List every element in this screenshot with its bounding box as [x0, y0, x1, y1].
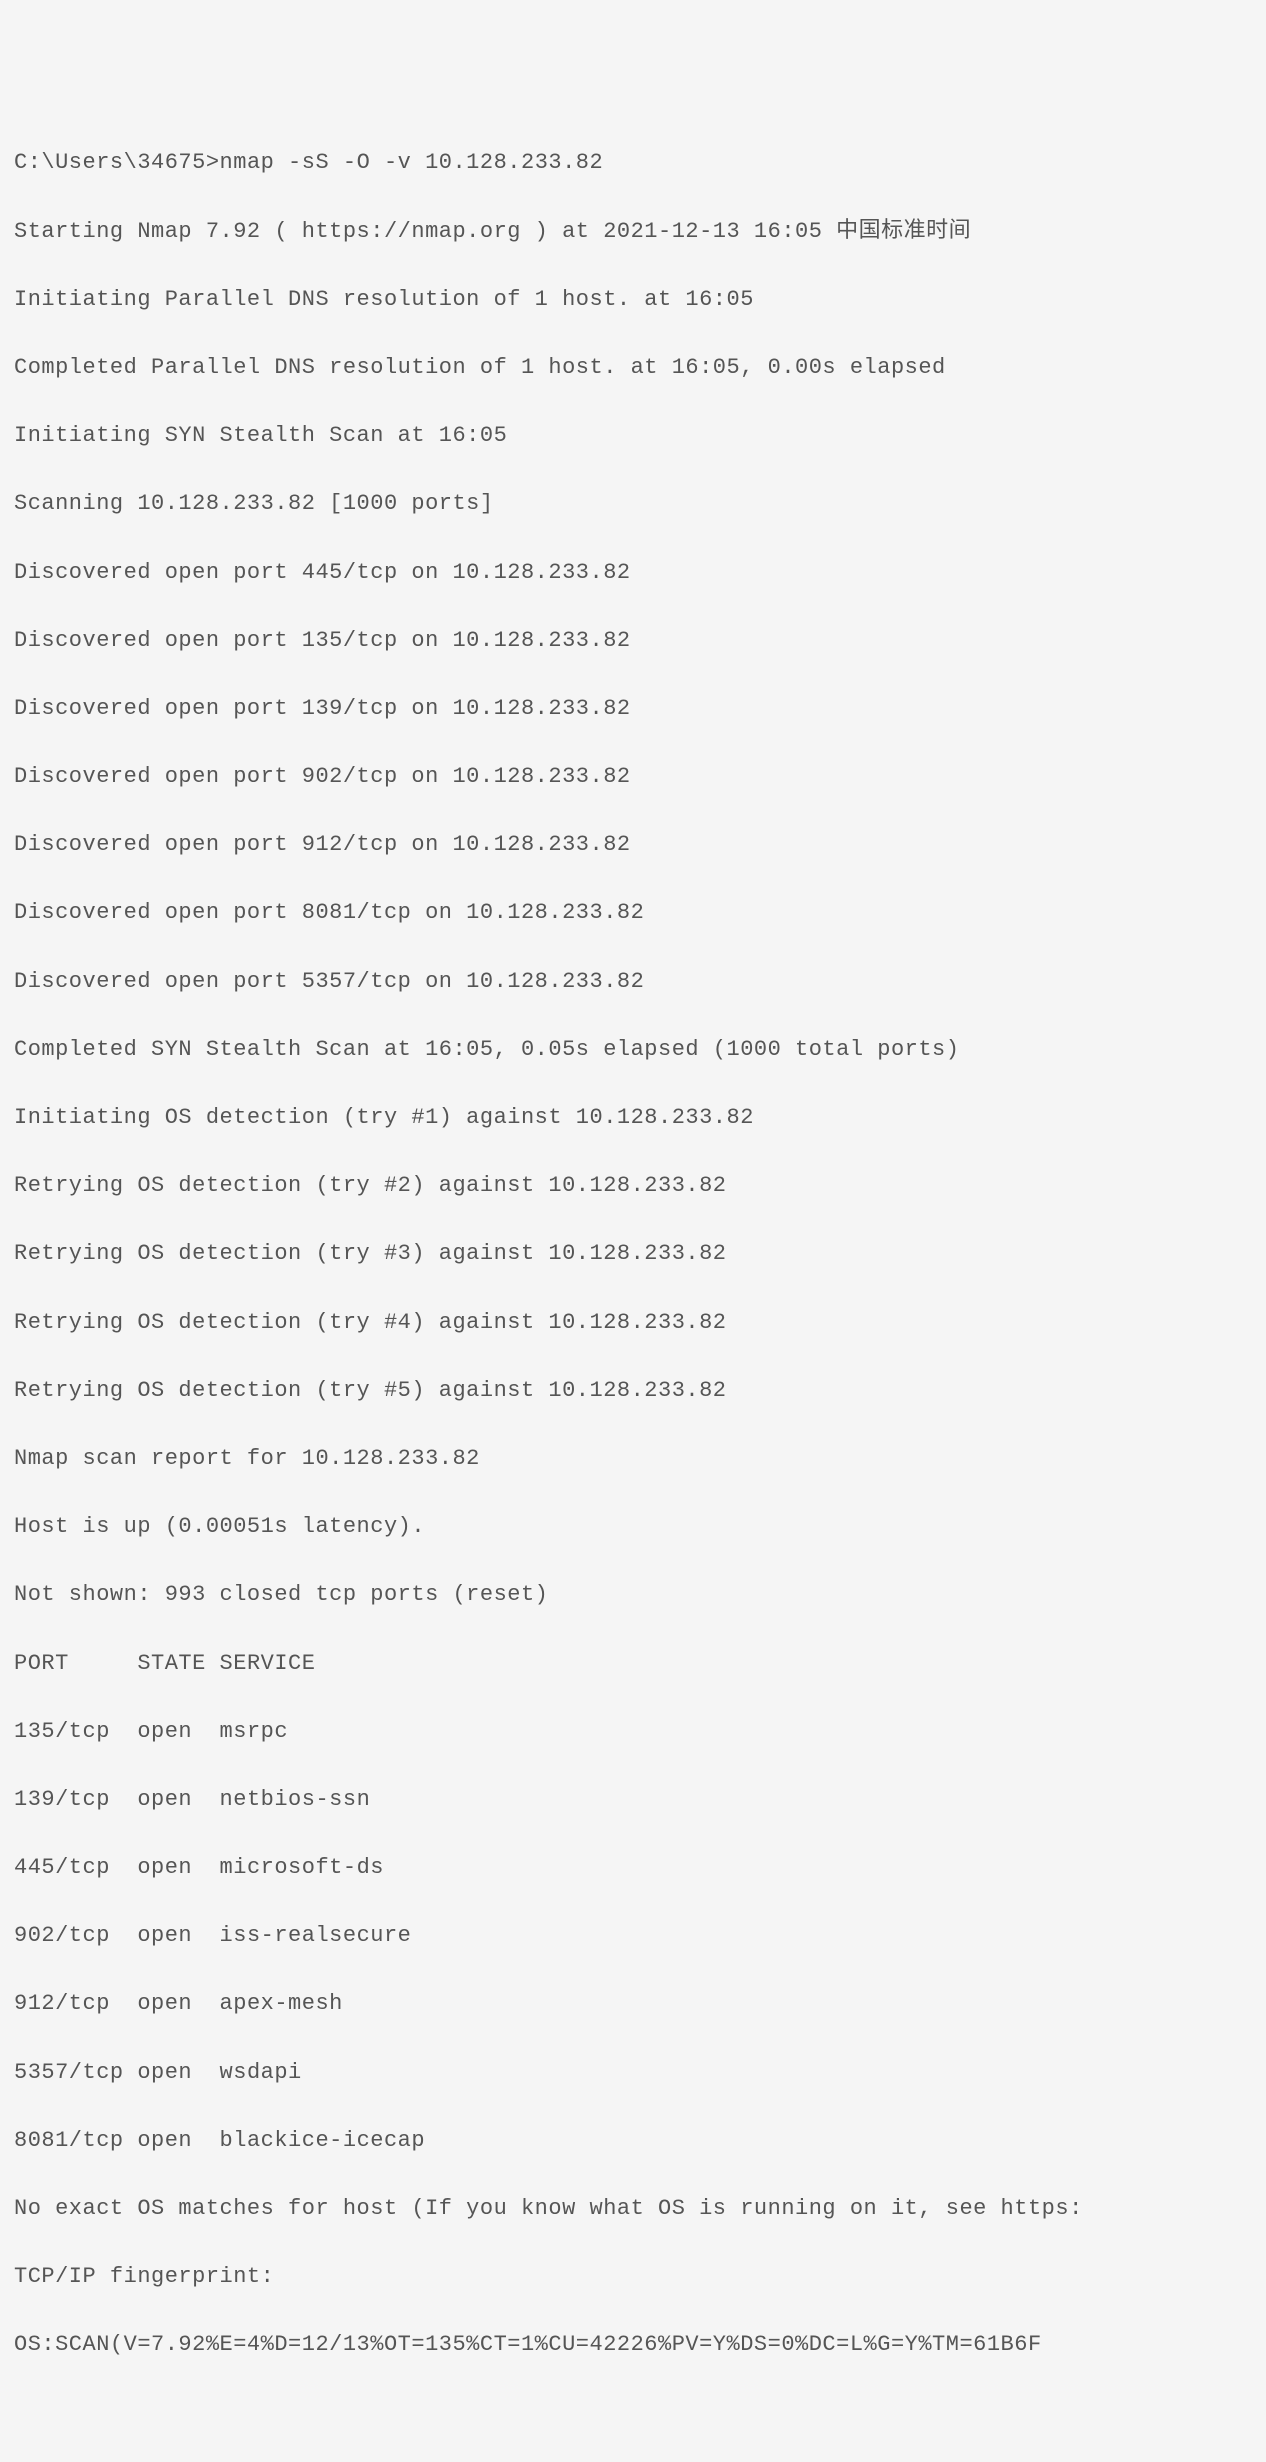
- port-table-row: 5357/tcp open wsdapi: [14, 2056, 1252, 2090]
- output-line: Retrying OS detection (try #4) against 1…: [14, 1306, 1252, 1340]
- output-line: Completed SYN Stealth Scan at 16:05, 0.0…: [14, 1033, 1252, 1067]
- cell-service: wsdapi: [220, 2060, 302, 2085]
- cell-port: 445/tcp: [14, 1855, 137, 1880]
- output-line: Discovered open port 135/tcp on 10.128.2…: [14, 624, 1252, 658]
- prompt: C:\Users\34675>: [14, 150, 220, 175]
- port-table-row: 902/tcp open iss-realsecure: [14, 1919, 1252, 1953]
- output-line: Retrying OS detection (try #3) against 1…: [14, 1237, 1252, 1271]
- output-line: Scanning 10.128.233.82 [1000 ports]: [14, 487, 1252, 521]
- cell-service: apex-mesh: [220, 1991, 343, 2016]
- cell-service: netbios-ssn: [220, 1787, 371, 1812]
- output-line: Initiating SYN Stealth Scan at 16:05: [14, 419, 1252, 453]
- cell-state: open: [137, 1991, 219, 2016]
- port-table-row: 135/tcp open msrpc: [14, 1715, 1252, 1749]
- cell-port: 8081/tcp: [14, 2128, 137, 2153]
- output-line: Discovered open port 139/tcp on 10.128.2…: [14, 692, 1252, 726]
- output-line: Discovered open port 912/tcp on 10.128.2…: [14, 828, 1252, 862]
- cell-state: open: [137, 2060, 219, 2085]
- cell-service: blackice-icecap: [220, 2128, 426, 2153]
- output-line: Discovered open port 5357/tcp on 10.128.…: [14, 965, 1252, 999]
- port-table-row: 139/tcp open netbios-ssn: [14, 1783, 1252, 1817]
- port-table-row: 912/tcp open apex-mesh: [14, 1987, 1252, 2021]
- output-line: No exact OS matches for host (If you kno…: [14, 2192, 1252, 2226]
- command-line: C:\Users\34675>nmap -sS -O -v 10.128.233…: [14, 146, 1252, 180]
- col-service: SERVICE: [220, 1651, 316, 1676]
- col-port: PORT: [14, 1651, 137, 1676]
- output-line: Discovered open port 8081/tcp on 10.128.…: [14, 896, 1252, 930]
- output-line: Retrying OS detection (try #2) against 1…: [14, 1169, 1252, 1203]
- port-table-row: 8081/tcp open blackice-icecap: [14, 2124, 1252, 2158]
- command: nmap -sS -O -v 10.128.233.82: [220, 150, 604, 175]
- cell-port: 135/tcp: [14, 1719, 137, 1744]
- output-line: Discovered open port 902/tcp on 10.128.2…: [14, 760, 1252, 794]
- output-line: Starting Nmap 7.92 ( https://nmap.org ) …: [14, 215, 1252, 249]
- cell-state: open: [137, 1787, 219, 1812]
- cell-service: msrpc: [220, 1719, 289, 1744]
- cell-port: 5357/tcp: [14, 2060, 137, 2085]
- cell-service: microsoft-ds: [220, 1855, 384, 1880]
- output-line: OS:SCAN(V=7.92%E=4%D=12/13%OT=135%CT=1%C…: [14, 2328, 1252, 2362]
- cell-port: 139/tcp: [14, 1787, 137, 1812]
- cell-state: open: [137, 1855, 219, 1880]
- output-line: Initiating OS detection (try #1) against…: [14, 1101, 1252, 1135]
- cell-state: open: [137, 1719, 219, 1744]
- output-line: Discovered open port 445/tcp on 10.128.2…: [14, 556, 1252, 590]
- cell-state: open: [137, 1923, 219, 1948]
- cell-service: iss-realsecure: [220, 1923, 412, 1948]
- cell-state: open: [137, 2128, 219, 2153]
- output-line: Host is up (0.00051s latency).: [14, 1510, 1252, 1544]
- cell-port: 912/tcp: [14, 1991, 137, 2016]
- output-line: TCP/IP fingerprint:: [14, 2260, 1252, 2294]
- output-line: Completed Parallel DNS resolution of 1 h…: [14, 351, 1252, 385]
- port-table-header: PORT STATE SERVICE: [14, 1647, 1252, 1681]
- output-line: Initiating Parallel DNS resolution of 1 …: [14, 283, 1252, 317]
- output-line: Retrying OS detection (try #5) against 1…: [14, 1374, 1252, 1408]
- cell-port: 902/tcp: [14, 1923, 137, 1948]
- output-line: Nmap scan report for 10.128.233.82: [14, 1442, 1252, 1476]
- port-table-row: 445/tcp open microsoft-ds: [14, 1851, 1252, 1885]
- col-state: STATE: [137, 1651, 219, 1676]
- output-line: Not shown: 993 closed tcp ports (reset): [14, 1578, 1252, 1612]
